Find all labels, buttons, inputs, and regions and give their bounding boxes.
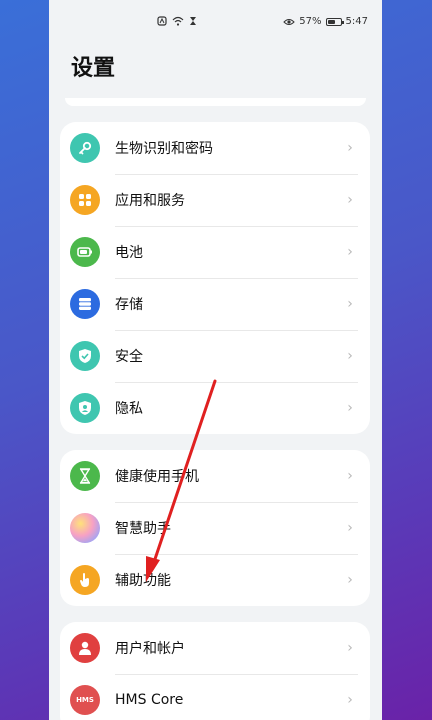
apps-icon [70, 185, 100, 215]
hourglass-status-icon [189, 16, 197, 26]
clock: 5:47 [345, 16, 368, 27]
settings-item-label: 隐私 [115, 401, 143, 417]
settings-item-hms-core[interactable]: HMS HMS Core › [60, 674, 370, 720]
settings-item-label: 健康使用手机 [115, 469, 199, 485]
battery-icon [325, 17, 344, 26]
settings-item-users-accounts[interactable]: 用户和帐户 › [60, 622, 370, 674]
search-bar-edge[interactable] [65, 98, 366, 106]
eye-icon [283, 18, 296, 26]
chevron-right-icon: › [347, 520, 353, 536]
chevron-right-icon: › [347, 244, 353, 260]
settings-item-label: 安全 [115, 349, 143, 365]
chevron-right-icon: › [347, 400, 353, 416]
settings-item-label: 应用和服务 [115, 193, 185, 209]
key-icon [70, 133, 100, 163]
chevron-right-icon: › [347, 692, 353, 708]
settings-item-label: 智慧助手 [115, 521, 171, 537]
settings-item-biometrics[interactable]: 生物识别和密码 › [60, 122, 370, 174]
settings-group-2: 健康使用手机 › 智慧助手 › 辅助功能 › [60, 450, 370, 606]
settings-item-label: HMS Core [115, 692, 184, 708]
chevron-right-icon: › [347, 640, 353, 656]
nfc-icon [157, 16, 167, 26]
wifi-icon [172, 16, 184, 26]
settings-item-apps[interactable]: 应用和服务 › [60, 174, 370, 226]
battery-percent: 57% [299, 16, 322, 27]
settings-item-label: 存储 [115, 297, 143, 313]
hourglass-icon [70, 461, 100, 491]
shield-check-icon [70, 341, 100, 371]
settings-item-digital-balance[interactable]: 健康使用手机 › [60, 450, 370, 502]
hms-icon: HMS [70, 685, 100, 715]
settings-item-assistant[interactable]: 智慧助手 › [60, 502, 370, 554]
settings-item-label: 电池 [115, 245, 143, 261]
settings-group-1: 生物识别和密码 › 应用和服务 › 电池 › 存储 › 安全 › 隐私 › [60, 122, 370, 434]
chevron-right-icon: › [347, 468, 353, 484]
assistant-orb-icon [70, 513, 100, 543]
settings-item-privacy[interactable]: 隐私 › [60, 382, 370, 434]
privacy-icon [70, 393, 100, 423]
battery-icon [70, 237, 100, 267]
storage-icon [70, 289, 100, 319]
page-title: 设置 [71, 56, 116, 81]
chevron-right-icon: › [347, 296, 353, 312]
settings-item-label: 生物识别和密码 [115, 141, 213, 157]
settings-group-3: 用户和帐户 › HMS HMS Core › [60, 622, 370, 720]
user-icon [70, 633, 100, 663]
settings-item-security[interactable]: 安全 › [60, 330, 370, 382]
settings-item-label: 辅助功能 [115, 573, 171, 589]
status-bar: 57% 5:47 [49, 0, 382, 36]
settings-item-label: 用户和帐户 [115, 641, 185, 657]
chevron-right-icon: › [347, 348, 353, 364]
settings-item-accessibility[interactable]: 辅助功能 › [60, 554, 370, 606]
hand-icon [70, 565, 100, 595]
chevron-right-icon: › [347, 572, 353, 588]
chevron-right-icon: › [347, 192, 353, 208]
settings-item-storage[interactable]: 存储 › [60, 278, 370, 330]
settings-item-battery[interactable]: 电池 › [60, 226, 370, 278]
settings-screen: 57% 5:47 设置 生物识别和密码 › 应用和服务 › 电池 › 存储 › … [49, 0, 382, 720]
chevron-right-icon: › [347, 140, 353, 156]
